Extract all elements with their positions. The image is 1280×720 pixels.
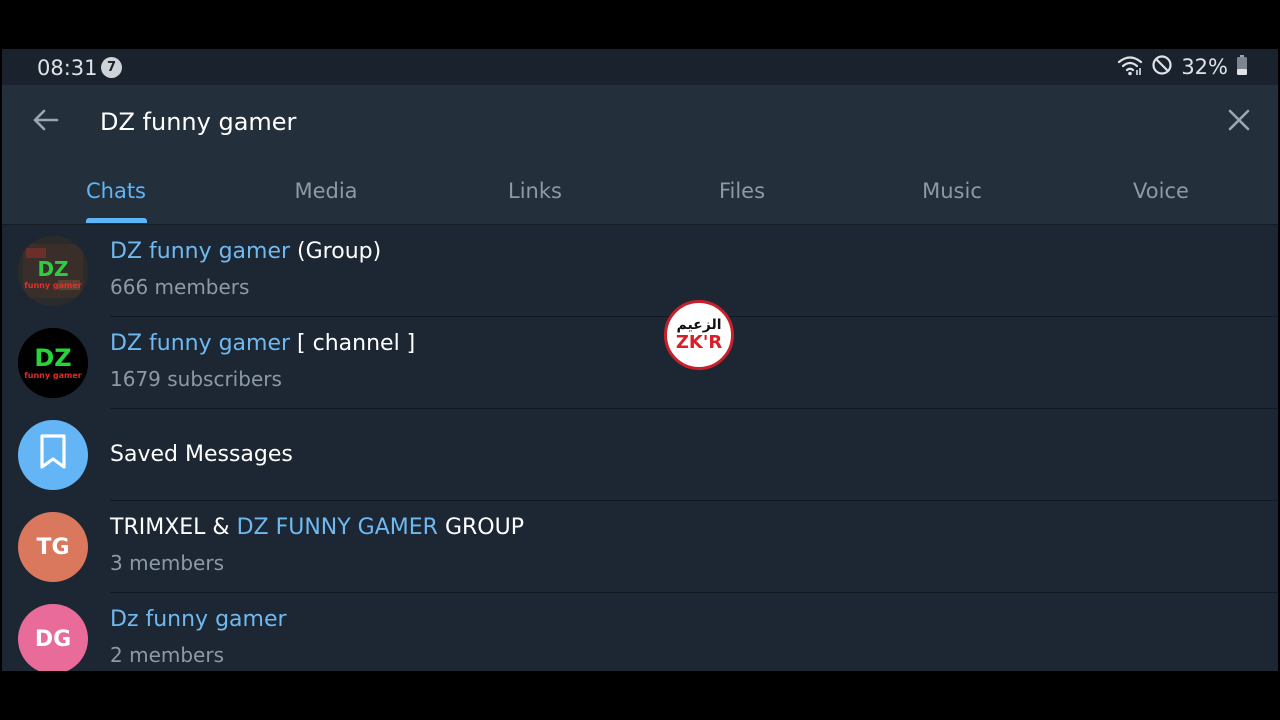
avatar: DG [18,604,88,671]
result-title: DZ funny gamer [ channel ] [110,331,415,356]
title-rest: [ channel ] [290,331,416,356]
result-title: DZ funny gamer (Group) [110,239,381,264]
avatar-subtext: funny gamer [24,281,81,290]
back-button[interactable] [28,105,62,139]
telegram-search-screen: 08:31 7 32% DZ funny gamer Chats Media L… [2,49,1278,671]
clear-search-button[interactable] [1222,105,1256,139]
search-tabs: Chats Media Links Files Music Voice [2,159,1278,225]
status-icons: 32% [1117,55,1248,79]
avatar: DZ funny gamer [18,236,88,306]
result-title: Saved Messages [110,442,293,467]
avatar [18,420,88,490]
search-results-list: DZ funny gamer DZ funny gamer (Group) 66… [2,225,1278,671]
status-bar: 08:31 7 32% [2,49,1278,85]
tab-voice[interactable]: Voice [1057,159,1265,224]
tab-files[interactable]: Files [638,159,846,224]
title-rest: GROUP [437,515,524,540]
tab-chats[interactable]: Chats [12,159,220,224]
notification-count-badge: 7 [101,57,122,78]
do-not-disturb-icon [1151,54,1173,80]
close-icon [1227,108,1251,136]
search-header [2,85,1278,159]
result-subtitle: 1679 subscribers [110,367,282,391]
tab-media[interactable]: Media [222,159,430,224]
battery-percent: 32% [1181,55,1228,79]
battery-icon [1236,54,1248,80]
title-highlight: DZ funny gamer [110,239,291,264]
bookmark-icon [36,433,70,477]
title-highlight: DZ FUNNY GAMER [236,515,438,540]
wifi-icon [1117,54,1143,80]
title-highlight: Dz funny gamer [110,607,287,632]
result-title: Dz funny gamer [110,607,287,632]
list-item[interactable]: Saved Messages [2,409,1278,501]
list-item[interactable]: DZ funny gamer DZ funny gamer [ channel … [2,317,1278,409]
title-prefix: TRIMXEL & [110,515,237,540]
result-subtitle: 2 members [110,643,224,667]
tab-music[interactable]: Music [848,159,1056,224]
watermark-latin: ZK'R [675,332,723,353]
arrow-left-icon [31,108,59,136]
list-item[interactable]: TG TRIMXEL & DZ FUNNY GAMER GROUP 3 memb… [2,501,1278,593]
search-input[interactable] [100,103,1000,141]
active-tab-indicator [86,218,147,223]
avatar-text: DZ [37,257,68,281]
list-item[interactable]: DZ funny gamer DZ funny gamer (Group) 66… [2,225,1278,317]
title-rest: (Group) [290,239,382,264]
avatar-text: DZ [34,344,71,372]
avatar: TG [18,512,88,582]
result-title: TRIMXEL & DZ FUNNY GAMER GROUP [110,515,524,540]
avatar: DZ funny gamer [18,328,88,398]
result-subtitle: 666 members [110,275,250,299]
title-highlight: DZ funny gamer [110,331,291,356]
avatar-subtext: funny gamer [24,371,81,380]
status-time: 08:31 [37,56,98,80]
list-item[interactable]: DG Dz funny gamer 2 members [2,593,1278,671]
result-subtitle: 3 members [110,551,224,575]
tab-links[interactable]: Links [431,159,639,224]
watermark-arabic: الزعيم [676,317,722,333]
channel-watermark-logo: الزعيم ZK'R [664,300,734,370]
